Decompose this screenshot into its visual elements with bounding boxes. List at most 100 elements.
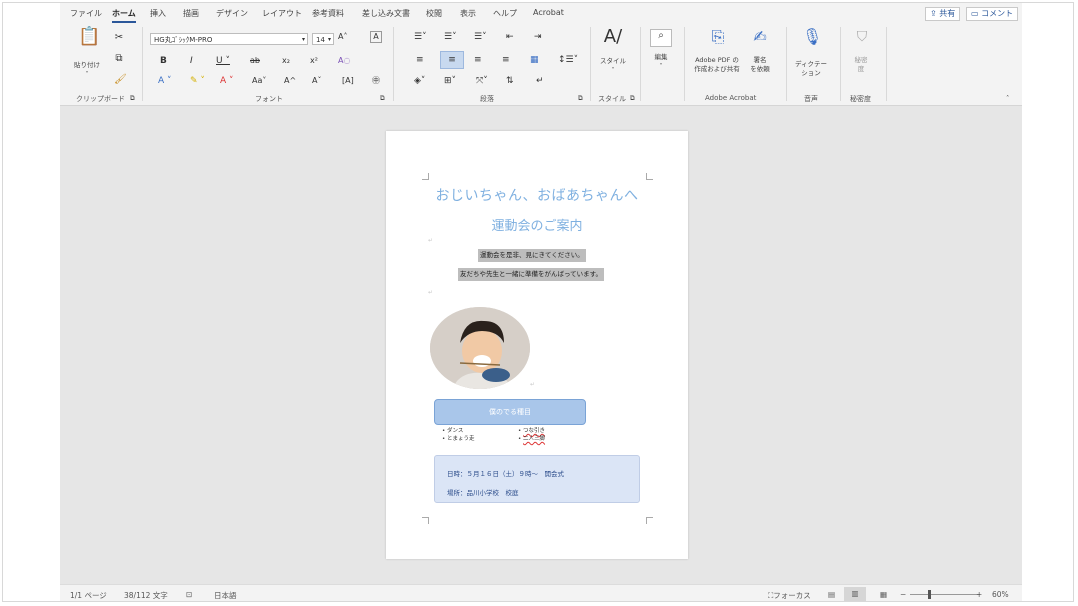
tab-layout[interactable]: レイアウト bbox=[262, 8, 302, 19]
justify-icon[interactable]: ≡ bbox=[502, 54, 510, 66]
superscript-icon[interactable]: x² bbox=[310, 55, 318, 67]
underline-icon[interactable]: U ˅ bbox=[216, 55, 230, 67]
styles-label: スタイル bbox=[600, 57, 626, 65]
request-signature-icon[interactable]: ✍ bbox=[750, 29, 770, 45]
zoom-in-icon[interactable]: + bbox=[976, 590, 982, 599]
font-name-select[interactable]: HG丸ｺﾞｼｯｸM-PRO ▾ bbox=[150, 33, 308, 45]
tab-view[interactable]: 表示 bbox=[460, 8, 476, 19]
font-launcher-icon[interactable]: ⧉ bbox=[380, 94, 385, 102]
read-mode-icon[interactable]: ▤ bbox=[828, 590, 835, 599]
text-effects-button-icon[interactable]: A ˅ bbox=[158, 75, 172, 87]
tab-acrobat[interactable]: Acrobat bbox=[533, 8, 564, 17]
document-title-line1[interactable]: おじいちゃん、おばあちゃんへ bbox=[386, 185, 688, 205]
tab-references[interactable]: 参考資料 bbox=[312, 8, 344, 19]
tab-design[interactable]: デザイン bbox=[216, 8, 248, 19]
copy-icon[interactable]: ⧉ bbox=[114, 53, 124, 65]
zoom-slider[interactable] bbox=[910, 594, 980, 595]
create-pdf-label-2: 作成および共有 bbox=[694, 65, 740, 73]
web-layout-icon[interactable]: ▦ bbox=[880, 590, 887, 599]
print-layout-icon[interactable]: ▥ bbox=[844, 587, 866, 601]
list-item: • 二人三脚 bbox=[518, 436, 546, 442]
share-button[interactable]: ⇪ 共有 bbox=[925, 7, 961, 21]
sort-icon[interactable]: ⇅ bbox=[506, 75, 514, 87]
multilevel-list-icon[interactable]: ☰˅ bbox=[474, 31, 487, 43]
italic-icon[interactable]: I bbox=[190, 55, 193, 67]
character-shading-icon[interactable]: [A] bbox=[342, 75, 354, 87]
group-divider bbox=[684, 27, 685, 101]
document-canvas[interactable]: おじいちゃん、おばあちゃんへ 運動会のご案内 ↵ 運動会を是非、見にきてください… bbox=[60, 106, 1022, 584]
borders-icon[interactable]: ⊞˅ bbox=[444, 75, 456, 87]
grow-font-icon[interactable]: A^ bbox=[284, 75, 296, 87]
clipboard-launcher-icon[interactable]: ⧉ bbox=[130, 94, 135, 102]
create-pdf-icon[interactable]: ⎘ bbox=[708, 29, 728, 45]
chevron-down-icon[interactable]: ˅ bbox=[596, 66, 630, 74]
text-effects-icon[interactable]: A◌ bbox=[338, 55, 350, 67]
paste-icon[interactable]: 📋 bbox=[78, 28, 100, 53]
align-right-icon[interactable]: ≡ bbox=[474, 54, 482, 66]
highlight-color-icon[interactable]: ✎ ˅ bbox=[190, 75, 205, 87]
tab-insert[interactable]: 挿入 bbox=[150, 8, 166, 19]
tab-file[interactable]: ファイル bbox=[70, 8, 102, 19]
change-case-icon[interactable]: Aa˅ bbox=[252, 75, 266, 87]
chevron-down-icon[interactable]: ˅ bbox=[644, 62, 678, 70]
comment-button[interactable]: ▭ コメント bbox=[966, 7, 1019, 21]
editing-label[interactable]: 編集 bbox=[644, 53, 678, 61]
document-page[interactable]: おじいちゃん、おばあちゃんへ 運動会のご案内 ↵ 運動会を是非、見にきてください… bbox=[386, 131, 688, 559]
list-item: • つな引き bbox=[518, 428, 546, 434]
zoom-level[interactable]: 60% bbox=[992, 590, 1009, 599]
selected-text-line1[interactable]: 運動会を是非、見にきてください。 bbox=[478, 249, 586, 262]
tab-draw[interactable]: 描画 bbox=[183, 8, 199, 19]
child-photo[interactable] bbox=[430, 307, 530, 389]
microphone-icon[interactable]: 🎙 bbox=[802, 29, 822, 45]
increase-font-icon[interactable]: A˄ bbox=[338, 31, 347, 43]
ribbon-tab-bar: ファイル ホーム 挿入 描画 デザイン レイアウト 参考資料 差し込み文書 校閲… bbox=[60, 3, 1022, 23]
word-count[interactable]: 38/112 文字 bbox=[124, 590, 168, 601]
page-count[interactable]: 1/1 ページ bbox=[70, 590, 107, 601]
document-title-line2[interactable]: 運動会のご案内 bbox=[386, 215, 688, 234]
paragraph-launcher-icon[interactable]: ⧉ bbox=[578, 94, 583, 102]
shading-icon[interactable]: ◈˅ bbox=[414, 75, 425, 87]
show-marks-icon[interactable]: ↵ bbox=[536, 75, 544, 87]
numbering-icon[interactable]: ☰˅ bbox=[444, 31, 457, 43]
bullet-list-right: • つな引き • 二人三脚 bbox=[518, 427, 545, 443]
search-icon[interactable]: ⌕ bbox=[650, 29, 672, 47]
asian-layout-icon[interactable]: ⤧˅ bbox=[476, 75, 488, 87]
paste-dropdown-icon[interactable]: ˅ bbox=[70, 70, 104, 78]
bullets-icon[interactable]: ☰˅ bbox=[414, 31, 427, 43]
sensitivity-label-1: 秘密 bbox=[854, 56, 868, 64]
group-divider bbox=[840, 27, 841, 101]
align-center-icon[interactable]: ≡ bbox=[440, 51, 464, 69]
styles-icon[interactable]: A/ bbox=[600, 28, 626, 46]
zoom-out-icon[interactable]: − bbox=[900, 590, 906, 599]
selected-text-line2[interactable]: 友だちや先生と一緒に準備をがんばっています。 bbox=[458, 268, 605, 281]
focus-button[interactable]: ⛶フォーカス bbox=[768, 590, 811, 601]
bold-icon[interactable]: B bbox=[160, 55, 167, 67]
shrink-font-icon[interactable]: Aˇ bbox=[312, 75, 321, 87]
event-info-box[interactable]: 日時：５月１６日（土）９時～ 開会式 場所：品川小学校 校庭 bbox=[434, 455, 640, 503]
increase-indent-icon[interactable]: ⇥ bbox=[534, 31, 542, 43]
line-spacing-icon[interactable]: ↕☰˅ bbox=[558, 54, 578, 66]
tab-help[interactable]: ヘルプ bbox=[493, 8, 517, 19]
events-button[interactable]: 僕のでる種目 bbox=[434, 399, 586, 425]
group-divider bbox=[393, 27, 394, 101]
tab-review[interactable]: 校閲 bbox=[426, 8, 442, 19]
font-size-select[interactable]: 14 ▾ bbox=[312, 33, 334, 45]
zoom-slider-thumb[interactable] bbox=[928, 590, 931, 599]
styles-launcher-icon[interactable]: ⧉ bbox=[630, 94, 635, 102]
subscript-icon[interactable]: x₂ bbox=[282, 55, 290, 67]
decrease-indent-icon[interactable]: ⇤ bbox=[506, 31, 514, 43]
cut-icon[interactable]: ✂ bbox=[114, 32, 124, 44]
format-painter-icon[interactable]: 🖌 bbox=[114, 74, 127, 86]
tab-mailings[interactable]: 差し込み文書 bbox=[362, 8, 410, 19]
tab-home[interactable]: ホーム bbox=[112, 8, 136, 23]
clear-format-icon[interactable]: A bbox=[370, 31, 382, 43]
share-icon: ⇪ bbox=[930, 9, 940, 18]
font-color-icon[interactable]: A ˅ bbox=[220, 75, 234, 87]
enclose-character-icon[interactable]: ㊥ bbox=[372, 75, 380, 87]
distributed-icon[interactable]: ▦ bbox=[530, 54, 539, 66]
language-indicator[interactable]: 日本語 bbox=[214, 590, 237, 601]
collapse-ribbon-icon[interactable]: ˄ bbox=[1006, 94, 1009, 102]
align-left-icon[interactable]: ≡ bbox=[416, 54, 424, 66]
strikethrough-icon[interactable]: ab bbox=[250, 55, 260, 67]
proofing-icon[interactable]: ⊡ bbox=[186, 590, 192, 599]
